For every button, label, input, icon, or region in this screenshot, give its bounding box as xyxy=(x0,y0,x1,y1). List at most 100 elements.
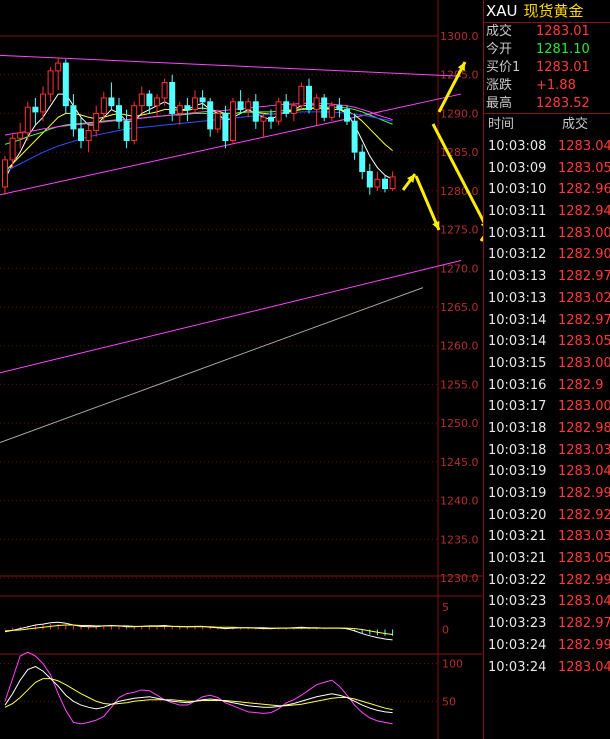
candle-body xyxy=(245,101,252,111)
chart-svg[interactable]: 1300.01295.01290.01285.01280.01275.01270… xyxy=(0,0,483,739)
tick-row: 10:03:14 1283.05 xyxy=(484,331,610,353)
candle-body xyxy=(237,101,244,111)
tick-price: 1282.99 xyxy=(558,637,610,653)
price-tick-label: 1290.0 xyxy=(440,107,479,120)
candle-body xyxy=(2,159,8,188)
tick-price: 1283.05 xyxy=(558,551,610,567)
tick-time: 10:03:13 xyxy=(488,290,547,306)
tick-price: 1283.04 xyxy=(558,594,610,610)
quote-value: 1283.01 xyxy=(536,24,590,39)
candle-body xyxy=(389,176,396,190)
candle-body xyxy=(230,101,236,142)
tick-list[interactable]: 10:03:08 1283.04 10:03:09 1283.05 10:03:10 12… xyxy=(484,136,610,678)
candle-body xyxy=(138,93,145,107)
price-tick-label: 1240.0 xyxy=(440,495,479,508)
candle-body xyxy=(298,85,305,107)
candle-body xyxy=(359,151,366,172)
tick-price: 1282.97 xyxy=(558,312,610,328)
candle-body xyxy=(321,97,328,118)
tick-price: 1282.99 xyxy=(558,572,610,588)
tick-time: 10:03:11 xyxy=(488,225,547,241)
quote-value: 1283.52 xyxy=(536,96,590,111)
candle-body xyxy=(252,101,259,122)
tick-row: 10:03:24 1283.04 xyxy=(484,657,610,679)
candle-body xyxy=(55,62,62,72)
candle-body xyxy=(40,93,46,113)
kline-chart[interactable]: 1300.01295.01290.01285.01280.01275.01270… xyxy=(0,0,483,739)
price-tick-label: 1255.0 xyxy=(440,378,479,391)
candle-body xyxy=(161,81,168,99)
tick-row: 10:03:11 1282.94 xyxy=(484,201,610,223)
tick-row: 10:03:10 1282.96 xyxy=(484,179,610,201)
tick-row: 10:03:18 1282.98 xyxy=(484,418,610,440)
candle-body xyxy=(100,97,107,114)
candle-body xyxy=(146,93,153,107)
trend-line xyxy=(0,260,462,374)
tick-row: 10:03:08 1283.04 xyxy=(484,136,610,158)
candle-body xyxy=(131,105,138,142)
ticks-header-price: 成交 xyxy=(562,117,589,132)
quote-row: 买价1 1283.01 xyxy=(484,59,610,77)
tick-price: 1283.05 xyxy=(558,160,610,176)
ticks-header: 时间 成交 xyxy=(484,113,610,136)
tick-time: 10:03:12 xyxy=(488,247,547,263)
tick-time: 10:03:23 xyxy=(488,594,547,610)
tick-row: 10:03:23 1283.04 xyxy=(484,591,610,613)
price-tick-label: 1230.0 xyxy=(440,572,479,585)
tick-time: 10:03:14 xyxy=(488,312,547,328)
tick-price: 1282.9 xyxy=(558,377,604,393)
candle-body xyxy=(192,97,198,111)
candle-body xyxy=(199,97,206,103)
candle-body xyxy=(351,120,358,153)
tick-price: 1283.00 xyxy=(558,355,610,371)
tick-row: 10:03:09 1283.05 xyxy=(484,158,610,180)
candle-body xyxy=(78,128,84,142)
tick-price: 1283.00 xyxy=(558,225,610,241)
kdj-tick-label: 100 xyxy=(442,658,463,671)
candle-body xyxy=(344,109,350,122)
tick-time: 10:03:15 xyxy=(488,355,547,371)
price-tick-label: 1235.0 xyxy=(440,533,479,546)
tick-price: 1283.00 xyxy=(558,399,610,415)
tick-price: 1282.99 xyxy=(558,486,610,501)
candle-body xyxy=(260,116,267,122)
quote-value: 1283.01 xyxy=(536,60,590,75)
tick-time: 10:03:21 xyxy=(488,529,547,545)
tick-price: 1282.96 xyxy=(558,182,610,198)
kdj-tick-label: 50 xyxy=(442,695,456,708)
tick-time: 10:03:20 xyxy=(488,507,547,523)
tick-time: 10:03:08 xyxy=(488,139,547,154)
quote-value: +1.88 xyxy=(536,78,576,93)
tick-row: 10:03:19 1282.99 xyxy=(484,483,610,505)
tick-time: 10:03:18 xyxy=(488,420,547,436)
tick-time: 10:03:19 xyxy=(488,464,547,480)
price-tick-label: 1265.0 xyxy=(440,301,479,314)
quote-list: 成交 1283.01 今开 1281.10 买价1 1283.01 涨跌 +1.88 最高 128… xyxy=(484,23,610,113)
quote-label: 成交 xyxy=(486,24,513,39)
candle-body xyxy=(222,112,229,142)
quote-label: 涨跌 xyxy=(486,78,513,93)
candle-body xyxy=(85,129,92,142)
tick-time: 10:03:10 xyxy=(488,182,547,198)
candle-body xyxy=(290,105,297,114)
candle-body xyxy=(207,101,214,130)
tick-row: 10:03:22 1282.99 xyxy=(484,570,610,592)
macd-dea-line xyxy=(4,624,393,635)
price-tick-label: 1245.0 xyxy=(440,456,479,469)
price-tick-label: 1300.0 xyxy=(440,30,479,43)
tick-time: 10:03:16 xyxy=(488,377,547,393)
tick-time: 10:03:14 xyxy=(488,334,547,350)
kdj-j-line xyxy=(4,651,393,725)
candle-body xyxy=(47,70,54,95)
annotation-arrow-shaft xyxy=(431,123,483,224)
candle-body xyxy=(366,171,373,188)
trend-line xyxy=(0,54,462,77)
tick-price: 1283.04 xyxy=(558,139,610,154)
tick-row: 10:03:21 1283.05 xyxy=(484,548,610,570)
candle-body xyxy=(70,105,77,130)
candle-body xyxy=(382,178,388,190)
candle-body xyxy=(17,132,24,139)
tick-time: 10:03:22 xyxy=(488,572,547,588)
price-tick-label: 1275.0 xyxy=(440,224,479,237)
candle-body xyxy=(328,105,335,118)
